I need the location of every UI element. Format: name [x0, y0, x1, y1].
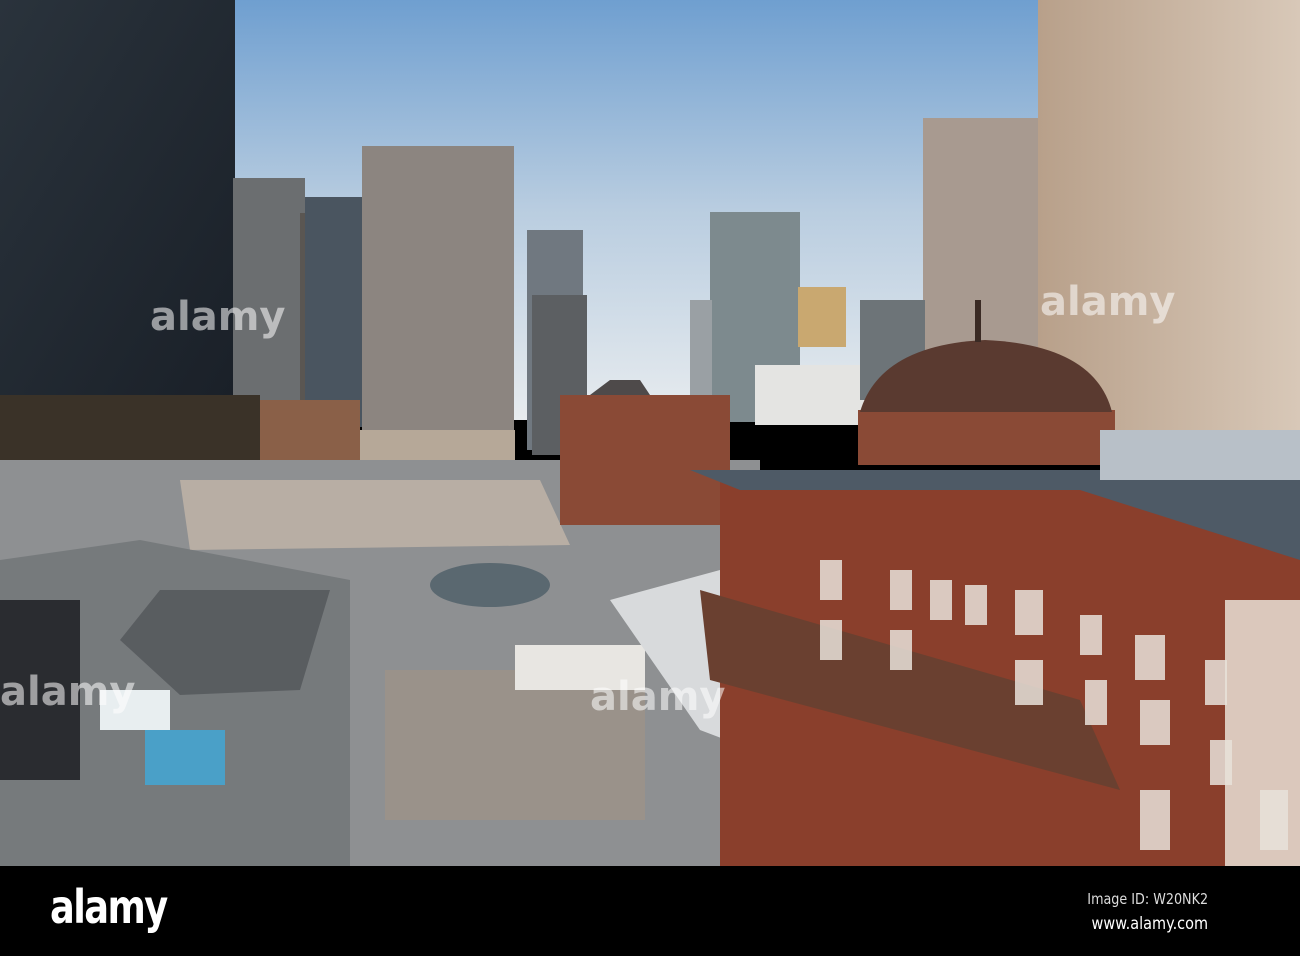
dome-base: [858, 410, 1115, 465]
footer-bar: alamy Image ID: W20NK2 www.alamy.com: [0, 866, 1300, 956]
image-id: Image ID: W20NK2: [1087, 890, 1208, 908]
glass-dome: [430, 563, 550, 607]
svg-text:alamy: alamy: [0, 669, 135, 715]
site-url[interactable]: www.alamy.com: [1092, 914, 1208, 934]
photo-tokyo-station: alamy alamy alamy alamy: [0, 0, 1300, 866]
svg-text:alamy: alamy: [1040, 279, 1175, 325]
center-tower: [362, 146, 514, 456]
svg-text:alamy: alamy: [590, 674, 725, 720]
station-left-wing: [560, 395, 730, 525]
alamy-logo[interactable]: alamy: [50, 880, 168, 934]
left-tower: [0, 0, 235, 400]
svg-text:alamy: alamy: [150, 294, 285, 340]
